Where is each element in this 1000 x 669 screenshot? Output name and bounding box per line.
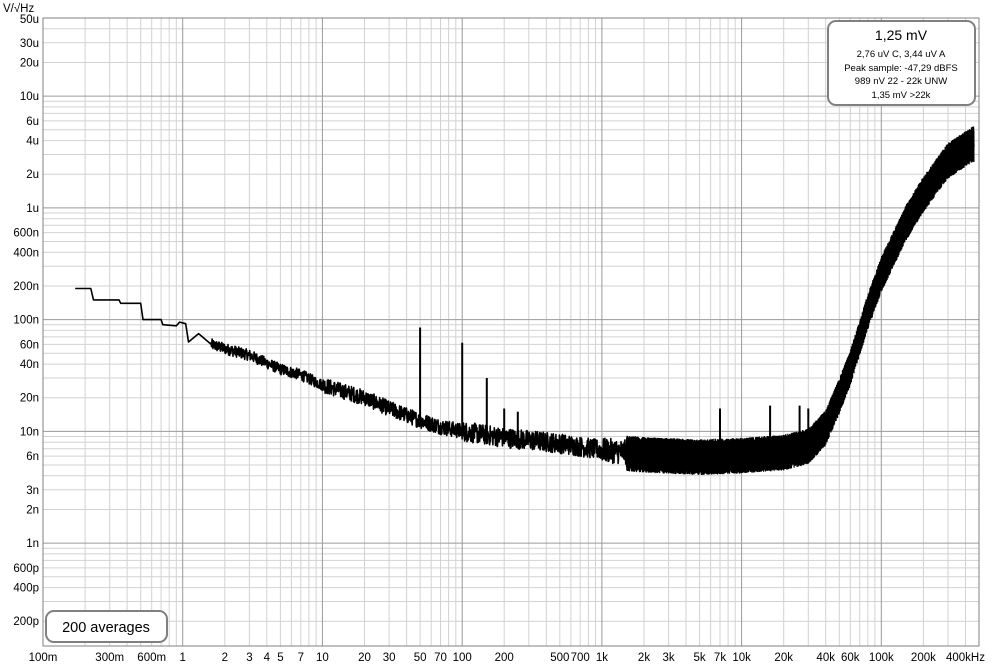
- x-tick-label: 20: [358, 652, 371, 664]
- y-tick-label: 4u: [26, 136, 39, 148]
- x-tick-label: 1: [179, 652, 185, 664]
- noise-spectrum-chart: 100m 300m 600m 1 2 3 4 5 7 10 20 30 50 70 100 200 500 700…: [0, 0, 1000, 669]
- y-tick-label: 2n: [26, 505, 39, 517]
- x-tick-label: 100m: [29, 652, 58, 664]
- x-tick-label: 60k: [841, 652, 860, 664]
- x-tick-label: 200k: [911, 652, 936, 664]
- x-tick-label: 3k: [663, 652, 675, 664]
- readout-line: 989 nV 22 - 22k UNW: [855, 76, 947, 87]
- averages-badge: 200 averages: [45, 610, 168, 643]
- x-tick-label: 50: [414, 652, 427, 664]
- y-tick-label: 6n: [26, 451, 39, 463]
- y-tick-label: 200n: [13, 281, 39, 293]
- y-tick-label: 20n: [20, 393, 39, 405]
- x-tick-label: 3: [246, 652, 252, 664]
- readout-line: 2,76 uV C, 3,44 uV A: [857, 49, 946, 60]
- y-tick-label: 20u: [20, 58, 39, 70]
- y-tick-label: 60n: [20, 339, 39, 351]
- x-tick-label: 100k: [869, 652, 894, 664]
- y-tick-label: 40n: [20, 359, 39, 371]
- x-tick-label: 4: [264, 652, 271, 664]
- x-tick-label: 40k: [816, 652, 835, 664]
- y-tick-label: 600p: [13, 563, 39, 575]
- x-tick-label: 7k: [714, 652, 726, 664]
- y-tick-label: 200p: [13, 616, 39, 628]
- x-tick-label: 2k: [638, 652, 650, 664]
- y-tick-label: 10n: [20, 426, 39, 438]
- y-tick-label: 400n: [13, 247, 39, 259]
- x-tick-label: 700: [571, 652, 590, 664]
- y-tick-label: 400p: [13, 583, 39, 595]
- x-tick-label: 500: [550, 652, 569, 664]
- x-tick-label: 2: [222, 652, 228, 664]
- y-tick-label: 6u: [26, 116, 39, 128]
- x-tick-label: 7: [298, 652, 304, 664]
- x-tick-label: 70: [434, 652, 447, 664]
- y-tick-label: 30u: [20, 38, 39, 50]
- y-tick-label: 100n: [13, 315, 39, 327]
- y-tick-label: 2u: [26, 169, 39, 181]
- x-tick-label: 30: [383, 652, 396, 664]
- x-tick-label: 300m: [95, 652, 124, 664]
- y-tick-label: 3n: [26, 485, 39, 497]
- x-tick-label: 10k: [732, 652, 751, 664]
- averages-label: 200 averages: [62, 620, 150, 636]
- y-tick-label: 1u: [26, 203, 39, 215]
- x-tick-label: 400kHz: [946, 652, 985, 664]
- x-tick-label: 100: [453, 652, 472, 664]
- x-tick-label: 1k: [596, 652, 608, 664]
- readout-box: 1,25 mV 2,76 uV C, 3,44 uV A Peak sample…: [827, 20, 976, 106]
- x-tick-label: 10: [316, 652, 329, 664]
- x-tick-label: 5k: [694, 652, 706, 664]
- y-tick-label: 600n: [13, 228, 39, 240]
- x-tick-label: 5: [277, 652, 283, 664]
- y-unit-label: V/√Hz: [3, 2, 34, 15]
- x-tick-label: 200: [495, 652, 514, 664]
- x-tick-label: 20k: [774, 652, 793, 664]
- y-tick-label: 1n: [26, 538, 39, 550]
- y-tick-label: 10u: [20, 91, 39, 103]
- readout-line: Peak sample: -47,29 dBFS: [844, 63, 958, 74]
- x-tick-label: 600m: [137, 652, 166, 664]
- readout-line: 1,35 mV >22k: [872, 90, 931, 101]
- y-tick-label: 50u: [20, 14, 39, 26]
- readout-main-value: 1,25 mV: [875, 27, 928, 43]
